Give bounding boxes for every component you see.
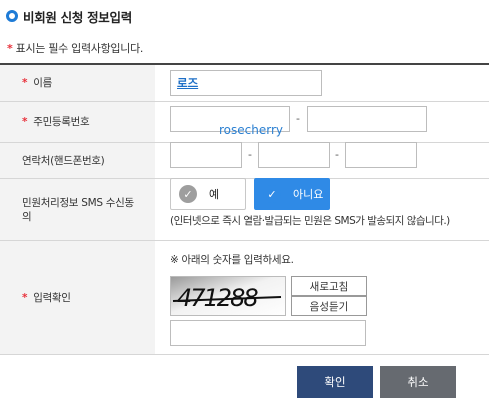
name-input[interactable]: 로즈 bbox=[170, 70, 322, 96]
captcha-refresh-button[interactable]: 새로고침 bbox=[291, 276, 367, 296]
phone-first-input[interactable] bbox=[170, 142, 242, 168]
sms-no-radio[interactable]: ✓ 아니요 bbox=[254, 178, 330, 210]
sms-label: 민원처리정보 SMS 수신동 의 bbox=[0, 179, 155, 240]
page-title: 비회원 신청 정보입력 bbox=[23, 9, 132, 25]
circle-bullet-icon bbox=[6, 10, 18, 22]
captcha-image: 471288 bbox=[170, 276, 286, 316]
name-label: * 이름 bbox=[0, 65, 155, 101]
phone-last-input[interactable] bbox=[345, 142, 417, 168]
captcha-label: * 입력확인 bbox=[0, 241, 155, 354]
sms-yes-radio[interactable]: ✓ 예 bbox=[170, 178, 246, 210]
section-title: 비회원 신청 정보입력 bbox=[6, 8, 132, 25]
required-star-icon: * bbox=[22, 291, 28, 304]
required-notice-text: 표시는 필수 입력사항입니다. bbox=[15, 42, 144, 55]
check-icon: ✓ bbox=[263, 185, 281, 203]
phone-dash-1: - bbox=[248, 148, 252, 161]
phone-dash-2: - bbox=[335, 148, 339, 161]
name-value: 로즈 bbox=[177, 76, 199, 90]
required-star-icon: * bbox=[22, 77, 28, 89]
overlay-text: rosecherry bbox=[219, 123, 283, 137]
check-icon: ✓ bbox=[179, 185, 197, 203]
required-star-icon: * bbox=[22, 116, 28, 128]
cancel-button[interactable]: 취소 bbox=[380, 366, 456, 398]
rrn-label: * 주민등록번호 bbox=[0, 102, 155, 142]
captcha-audio-button[interactable]: 음성듣기 bbox=[291, 296, 367, 316]
captcha-guide: ※ 아래의 숫자를 입력하세요. bbox=[170, 254, 294, 266]
rrn-back-input[interactable] bbox=[307, 106, 427, 132]
required-star-icon: * bbox=[7, 42, 13, 55]
sms-note: (인터넷으로 즉시 열람·발급되는 민원은 SMS가 발송되지 않습니다.) bbox=[170, 215, 450, 227]
phone-label: 연락처(핸드폰번호) bbox=[0, 143, 155, 178]
confirm-button[interactable]: 확인 bbox=[297, 366, 373, 398]
rrn-dash: - bbox=[296, 112, 300, 125]
phone-middle-input[interactable] bbox=[258, 142, 330, 168]
captcha-svg: 471288 bbox=[171, 277, 285, 315]
required-notice: * 표시는 필수 입력사항입니다. bbox=[7, 40, 143, 56]
captcha-input[interactable] bbox=[170, 320, 366, 346]
